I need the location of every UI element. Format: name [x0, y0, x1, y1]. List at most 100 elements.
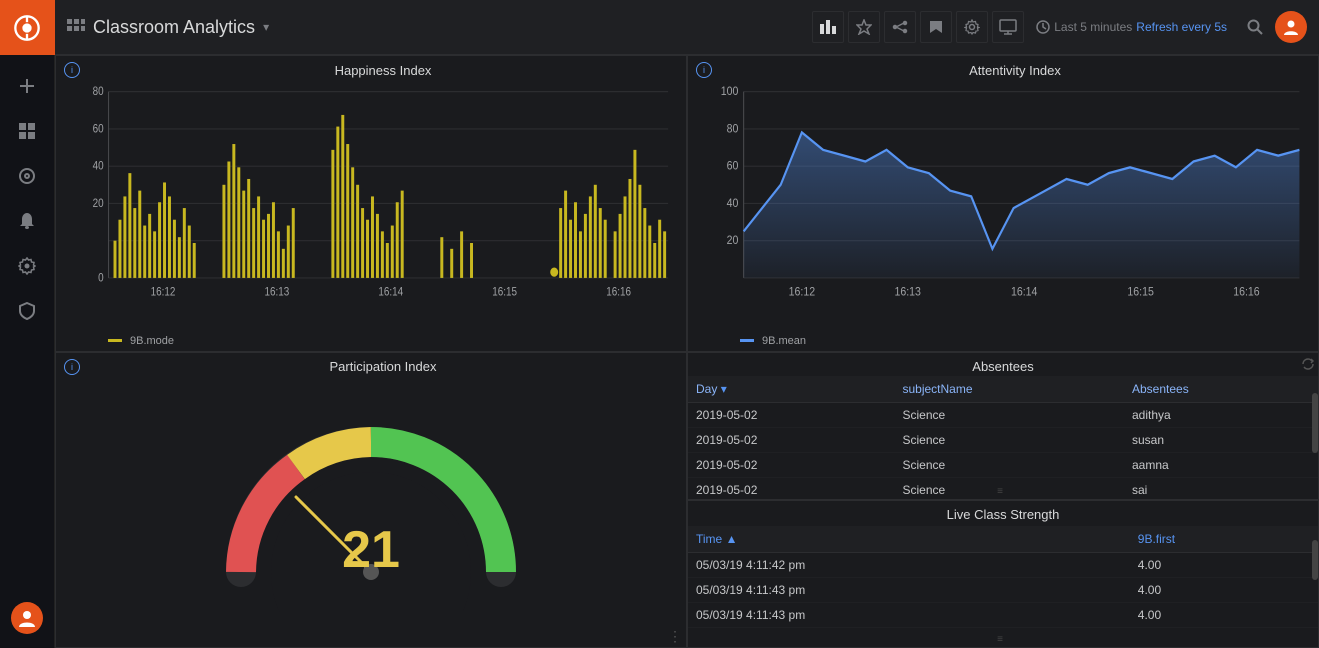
- attentivity-legend-label: 9B.mean: [762, 335, 806, 347]
- cell-absentee: susan: [1124, 427, 1318, 452]
- happiness-legend-label: 9B.mode: [130, 335, 174, 347]
- absentees-table-header-row: Day ▾ subjectName Absentees: [688, 376, 1318, 403]
- sidebar-logo[interactable]: [0, 0, 55, 55]
- svg-text:16:14: 16:14: [378, 286, 403, 299]
- sidebar-item-add[interactable]: [0, 63, 55, 108]
- svg-text:16:13: 16:13: [265, 286, 290, 299]
- sidebar-item-alerts[interactable]: [0, 198, 55, 243]
- cell-day: 2019-05-02: [688, 452, 894, 477]
- absentees-section: Absentees Day ▾ subjectName Absentees: [688, 353, 1318, 501]
- cell-strength: 4.00: [1130, 578, 1318, 603]
- header-dropdown-btn[interactable]: ▾: [263, 20, 269, 34]
- participation-info-btn[interactable]: i: [64, 359, 80, 375]
- svg-text:0: 0: [98, 272, 104, 285]
- cell-time: 05/03/19 4:11:43 pm: [688, 578, 1130, 603]
- svg-text:16:16: 16:16: [606, 286, 631, 299]
- svg-text:40: 40: [93, 160, 104, 173]
- svg-text:16:14: 16:14: [1011, 286, 1037, 299]
- cell-day: 2019-05-02: [688, 427, 894, 452]
- svg-text:16:15: 16:15: [1127, 286, 1153, 299]
- svg-text:80: 80: [93, 85, 104, 98]
- svg-text:40: 40: [727, 197, 739, 210]
- gear-btn[interactable]: [956, 11, 988, 43]
- sidebar-avatar[interactable]: [0, 595, 55, 640]
- happiness-title: Happiness Index: [88, 63, 678, 78]
- live-class-table-row: 05/03/19 4:11:43 pm4.00: [688, 603, 1318, 628]
- participation-panel: i Participation Index: [55, 352, 687, 648]
- participation-title: Participation Index: [88, 359, 678, 374]
- gauge-svg: 21: [201, 392, 541, 612]
- header-grid-icon: [67, 19, 85, 36]
- cell-day: 2019-05-02: [688, 402, 894, 427]
- cell-day: 2019-05-02: [688, 477, 894, 500]
- absentees-title: Absentees: [696, 359, 1310, 374]
- svg-text:20: 20: [727, 235, 739, 248]
- col-strength[interactable]: 9B.first: [1130, 526, 1318, 553]
- sidebar-bottom: [0, 595, 55, 648]
- live-class-section: Live Class Strength Time ▲ 9B.first 05/0…: [688, 500, 1318, 647]
- svg-text:60: 60: [727, 160, 739, 173]
- absentees-table-body: 2019-05-02Scienceadithya2019-05-02Scienc…: [688, 402, 1318, 500]
- cell-time: 05/03/19 4:11:42 pm: [688, 553, 1130, 578]
- gauge-container: 21: [56, 377, 686, 648]
- star-btn[interactable]: [848, 11, 880, 43]
- last-time-label: Last 5 minutes: [1054, 20, 1132, 34]
- main-content: Classroom Analytics ▾ La: [55, 0, 1319, 648]
- sidebar-item-dashboard[interactable]: [0, 108, 55, 153]
- live-class-table-body: 05/03/19 4:11:42 pm4.0005/03/19 4:11:43 …: [688, 553, 1318, 628]
- absentees-refresh-btn[interactable]: [1302, 357, 1314, 373]
- cell-strength: 4.00: [1130, 553, 1318, 578]
- live-class-table-row: 05/03/19 4:11:42 pm4.00: [688, 553, 1318, 578]
- search-btn[interactable]: [1239, 11, 1271, 43]
- monitor-btn[interactable]: [992, 11, 1024, 43]
- cell-absentee: adithya: [1124, 402, 1318, 427]
- col-subject[interactable]: subjectName: [894, 376, 1124, 403]
- happiness-info-btn[interactable]: i: [64, 62, 80, 78]
- absentees-table-row: 2019-05-02Sciencesusan: [688, 427, 1318, 452]
- cell-strength: 4.00: [1130, 603, 1318, 628]
- sidebar: [0, 0, 55, 648]
- absentees-table-row: 2019-05-02Sciencesai: [688, 477, 1318, 500]
- col-day[interactable]: Day ▾: [688, 376, 894, 403]
- absentees-table: Day ▾ subjectName Absentees 2019-05-02Sc…: [688, 376, 1318, 501]
- refresh-link[interactable]: Refresh every 5s: [1136, 20, 1227, 34]
- cell-subject: Science: [894, 427, 1124, 452]
- live-class-scrollbar[interactable]: [1312, 530, 1318, 647]
- resize-handle[interactable]: ⋮: [668, 628, 682, 645]
- svg-text:16:15: 16:15: [492, 286, 517, 299]
- cell-time: 05/03/19 4:11:43 pm: [688, 603, 1130, 628]
- sidebar-item-explore[interactable]: [0, 153, 55, 198]
- header: Classroom Analytics ▾ La: [55, 0, 1319, 55]
- absentees-resize[interactable]: ≡: [997, 486, 1003, 497]
- svg-text:20: 20: [93, 197, 104, 210]
- participation-panel-header: i Participation Index: [56, 353, 686, 377]
- attentivity-title: Attentivity Index: [720, 63, 1310, 78]
- absentees-table-row: 2019-05-02Scienceadithya: [688, 402, 1318, 427]
- save-btn[interactable]: [920, 11, 952, 43]
- sidebar-item-settings[interactable]: [0, 243, 55, 288]
- user-btn[interactable]: [1275, 11, 1307, 43]
- happiness-panel-header: i Happiness Index: [56, 56, 686, 80]
- happiness-chart-area: 80 60 40 20 0 16:12 16:13 16:14 16:15 16…: [56, 80, 686, 333]
- attentivity-chart-svg: 100 80 60 40 20 16:12 16:13 16:14 16:15 …: [696, 80, 1310, 325]
- col-absentees[interactable]: Absentees: [1124, 376, 1318, 403]
- live-class-resize: ≡: [997, 634, 1003, 645]
- cell-subject: Science: [894, 452, 1124, 477]
- bar-chart-btn[interactable]: [812, 11, 844, 43]
- absentees-panel-header: Absentees: [688, 353, 1318, 376]
- dashboard-grid: i Happiness Index 80 60 40: [55, 55, 1319, 648]
- svg-text:16:13: 16:13: [894, 286, 920, 299]
- svg-text:16:12: 16:12: [789, 286, 815, 299]
- svg-text:80: 80: [727, 123, 739, 136]
- live-class-table-row: 05/03/19 4:11:43 pm4.00: [688, 578, 1318, 603]
- happiness-panel: i Happiness Index 80 60 40: [55, 55, 687, 352]
- attentivity-panel: i Attentivity Index 100 80 60: [687, 55, 1319, 352]
- attentivity-chart-area: 100 80 60 40 20 16:12 16:13 16:14 16:15 …: [688, 80, 1318, 333]
- attentivity-info-btn[interactable]: i: [696, 62, 712, 78]
- svg-text:16:12: 16:12: [151, 286, 176, 299]
- share-btn[interactable]: [884, 11, 916, 43]
- live-class-table: Time ▲ 9B.first 05/03/19 4:11:42 pm4.000…: [688, 526, 1318, 628]
- col-time[interactable]: Time ▲: [688, 526, 1130, 553]
- absentees-scrollbar[interactable]: [1312, 383, 1318, 500]
- sidebar-item-shield[interactable]: [0, 288, 55, 333]
